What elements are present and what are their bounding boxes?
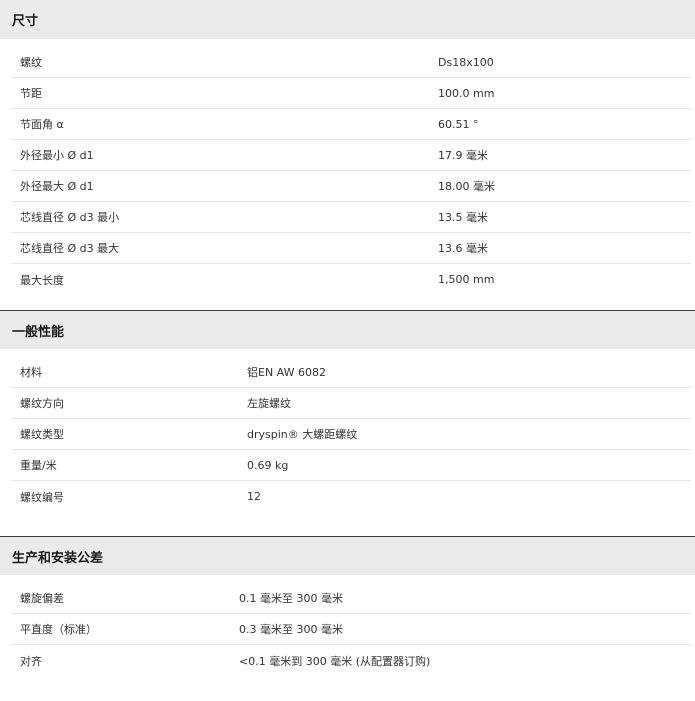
row-value: 60.51 ° — [438, 117, 479, 131]
row-label: 节距 — [20, 87, 42, 100]
spec-table: 螺旋偏差 0.1 毫米至 300 毫米 平直度（标准） 0.3 毫米至 300 … — [12, 583, 691, 676]
row-value: 1,500 mm — [438, 273, 495, 286]
row-value: dryspin® 大螺距螺纹 — [247, 428, 358, 441]
section-title: 一般性能 — [12, 324, 65, 340]
table-row: 最大长度 1,500 mm — [12, 264, 691, 295]
row-value: 铝EN AW 6082 — [247, 366, 326, 379]
row-label: 节面角 α — [20, 118, 64, 131]
table-row: 芯线直径 Ø d3 最大 13.6 毫米 — [12, 233, 691, 264]
row-value: 13.5 毫米 — [438, 211, 488, 224]
row-label: 螺纹编号 — [20, 490, 64, 504]
row-value: <0.1 毫米到 300 毫米 (从配置器订购) — [239, 654, 431, 668]
row-label: 芯线直径 Ø d3 最小 — [20, 211, 120, 224]
row-label: 螺纹 — [20, 56, 42, 69]
row-value: 17.9 毫米 — [438, 149, 488, 162]
row-label: 最大长度 — [20, 273, 64, 287]
table-row: 螺纹编号 12 — [12, 481, 691, 512]
section-header-tolerances: 生产和安装公差 — [0, 536, 695, 575]
table-row: 外径最小 Ø d1 17.9 毫米 — [12, 140, 691, 171]
section-title: 尺寸 — [12, 14, 39, 29]
table-row: 平直度（标准） 0.3 毫米至 300 毫米 — [12, 614, 691, 645]
table-row: 节面角 α 60.51 ° — [12, 109, 691, 140]
row-label: 平直度（标准） — [20, 623, 97, 636]
section-title: 生产和安装公差 — [12, 550, 104, 566]
table-row: 螺纹 Ds18x100 — [12, 47, 691, 78]
row-value: 13.6 毫米 — [438, 242, 488, 255]
row-label: 螺纹方向 — [20, 397, 64, 410]
table-row: 节距 100.0 mm — [12, 78, 691, 109]
section-header-general-properties: 一般性能 — [0, 310, 695, 349]
table-row: 对齐 <0.1 毫米到 300 毫米 (从配置器订购) — [12, 645, 691, 676]
row-value: 0.69 kg — [247, 458, 289, 472]
row-label: 螺纹类型 — [20, 428, 64, 441]
section-header-dimensions: 尺寸 — [0, 0, 695, 39]
table-row: 螺旋偏差 0.1 毫米至 300 毫米 — [12, 583, 691, 614]
row-label: 芯线直径 Ø d3 最大 — [20, 242, 120, 255]
row-label: 对齐 — [20, 654, 42, 668]
section-body-dimensions: 螺纹 Ds18x100 节距 100.0 mm 节面角 α 60.51 ° 外径… — [0, 39, 695, 310]
row-label: 材料 — [20, 366, 42, 379]
row-value: 18.00 毫米 — [438, 180, 495, 193]
table-row: 材料 铝EN AW 6082 — [12, 357, 691, 388]
table-row: 芯线直径 Ø d3 最小 13.5 毫米 — [12, 202, 691, 233]
table-row: 螺纹类型 dryspin® 大螺距螺纹 — [12, 419, 691, 450]
spec-page: 尺寸 螺纹 Ds18x100 节距 100.0 mm 节面角 α 60.51 °… — [0, 0, 695, 701]
row-value: Ds18x100 — [438, 55, 494, 69]
spec-table: 螺纹 Ds18x100 节距 100.0 mm 节面角 α 60.51 ° 外径… — [12, 47, 691, 295]
table-row: 重量/米 0.69 kg — [12, 450, 691, 481]
table-row: 外径最大 Ø d1 18.00 毫米 — [12, 171, 691, 202]
row-value: 0.1 毫米至 300 毫米 — [239, 592, 343, 605]
table-row: 螺纹方向 左旋螺纹 — [12, 388, 691, 419]
spec-table: 材料 铝EN AW 6082 螺纹方向 左旋螺纹 螺纹类型 dryspin® 大… — [12, 357, 691, 512]
row-value: 0.3 毫米至 300 毫米 — [239, 623, 343, 636]
section-body-tolerances: 螺旋偏差 0.1 毫米至 300 毫米 平直度（标准） 0.3 毫米至 300 … — [0, 575, 695, 676]
row-value: 100.0 mm — [438, 86, 495, 100]
row-label: 螺旋偏差 — [20, 592, 64, 605]
row-value: 12 — [247, 490, 261, 503]
row-label: 重量/米 — [20, 459, 57, 472]
section-body-general-properties: 材料 铝EN AW 6082 螺纹方向 左旋螺纹 螺纹类型 dryspin® 大… — [0, 349, 695, 536]
row-value: 左旋螺纹 — [247, 397, 291, 410]
row-label: 外径最大 Ø d1 — [20, 180, 94, 193]
row-label: 外径最小 Ø d1 — [20, 149, 94, 162]
